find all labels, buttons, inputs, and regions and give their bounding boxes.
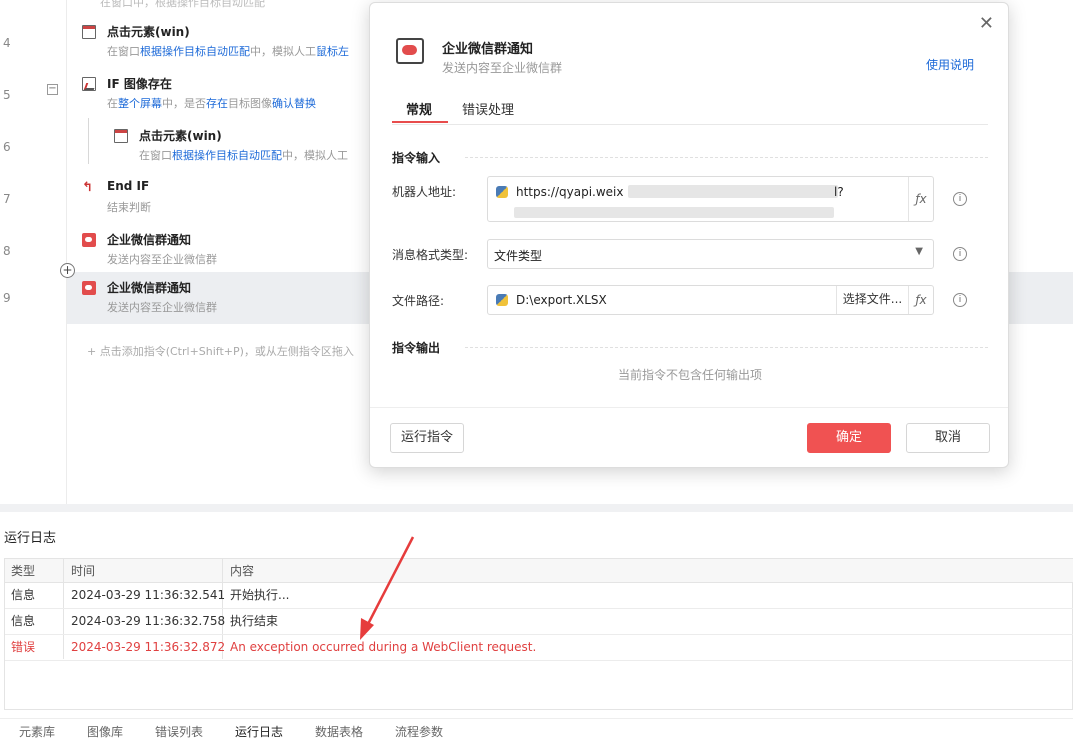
info-icon[interactable]: i bbox=[953, 192, 967, 206]
cancel-button[interactable]: 取消 bbox=[906, 423, 990, 453]
message-format-value: 文件类型 bbox=[494, 249, 543, 263]
message-format-label: 消息格式类型: bbox=[392, 248, 469, 262]
redacted-text bbox=[628, 185, 838, 198]
tab-error-list[interactable]: 错误列表 bbox=[155, 723, 203, 740]
ok-button[interactable]: 确定 bbox=[807, 423, 891, 453]
section-output-title: 指令输出 bbox=[392, 341, 441, 355]
dialog-title: 企业微信群通知 bbox=[442, 42, 534, 57]
section-input-title: 指令输入 bbox=[392, 151, 441, 165]
chevron-down-icon: ▼ bbox=[915, 246, 923, 257]
section-divider bbox=[465, 157, 988, 158]
robot-url-field[interactable]: https://qyapi.weix l? ƒx bbox=[487, 176, 934, 222]
no-output-message: 当前指令不包含任何输出项 bbox=[617, 368, 762, 382]
section-divider bbox=[465, 347, 988, 348]
tab-image-library[interactable]: 图像库 bbox=[87, 723, 123, 740]
wecom-icon bbox=[396, 38, 424, 64]
dialog-footer-divider bbox=[370, 407, 1008, 408]
tab-flow-params[interactable]: 流程参数 bbox=[395, 723, 443, 740]
tab-data-table[interactable]: 数据表格 bbox=[315, 723, 363, 740]
run-command-button[interactable]: 运行指令 bbox=[390, 423, 464, 453]
robot-url-value: https://qyapi.weix bbox=[516, 185, 624, 199]
dialog-subtitle: 发送内容至企业微信群 bbox=[442, 61, 563, 75]
tab-run-log[interactable]: 运行日志 bbox=[235, 723, 283, 740]
help-link[interactable]: 使用说明 bbox=[926, 56, 974, 73]
dialog-tabs: 常规 错误处理 bbox=[392, 97, 988, 125]
tab-error-handling[interactable]: 错误处理 bbox=[462, 99, 514, 125]
python-expression-icon bbox=[496, 186, 508, 198]
command-dialog: ✕ 企业微信群通知 发送内容至企业微信群 使用说明 常规 错误处理 指令输入 机… bbox=[369, 2, 1009, 468]
fx-icon[interactable]: ƒx bbox=[908, 177, 933, 221]
python-expression-icon bbox=[496, 294, 508, 306]
tab-element-library[interactable]: 元素库 bbox=[19, 723, 55, 740]
close-icon[interactable]: ✕ bbox=[979, 13, 994, 34]
active-tab-indicator bbox=[392, 121, 448, 123]
info-icon[interactable]: i bbox=[953, 293, 967, 307]
file-path-field[interactable]: D:\export.XLSX 选择文件... ƒx bbox=[487, 285, 934, 315]
fx-icon[interactable]: ƒx bbox=[908, 286, 933, 314]
redacted-text bbox=[514, 207, 834, 218]
file-path-label: 文件路径: bbox=[392, 294, 445, 308]
robot-url-label: 机器人地址: bbox=[392, 185, 457, 199]
app-window: 在窗口中，根据操作目标自动匹配 4 点击元素(win) 在窗口根据操作目标自动匹… bbox=[0, 0, 1073, 740]
choose-file-button[interactable]: 选择文件... bbox=[836, 286, 908, 314]
info-icon[interactable]: i bbox=[953, 247, 967, 261]
message-format-select[interactable]: 文件类型 ▼ bbox=[487, 239, 934, 269]
robot-url-tail: l? bbox=[834, 185, 844, 199]
file-path-value: D:\export.XLSX bbox=[516, 293, 607, 307]
bottom-tab-bar: 元素库 图像库 错误列表 运行日志 数据表格 流程参数 bbox=[0, 718, 1073, 740]
